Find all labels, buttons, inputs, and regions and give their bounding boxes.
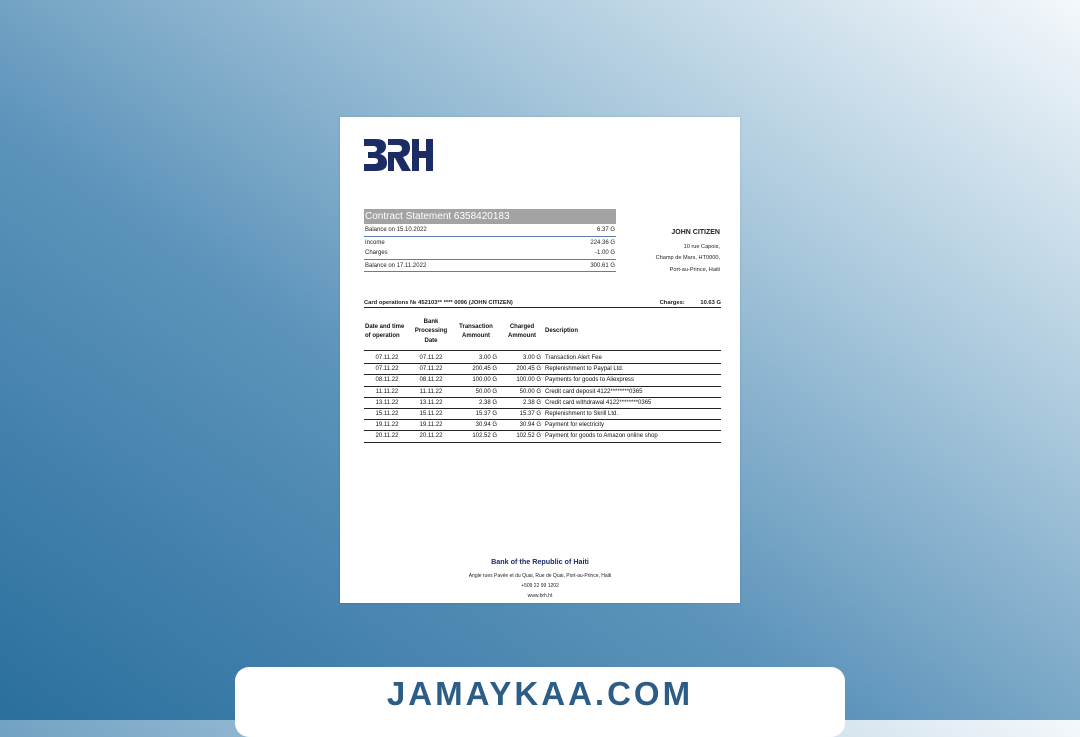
cell-date: 07.11.22	[364, 350, 410, 365]
banner-text: JAMAYKAA.COM	[386, 675, 694, 712]
cell-processing-date: 13.11.22	[410, 397, 452, 410]
cell-description: Replenishment to Paypal Ltd.	[544, 363, 721, 376]
col-header-transaction-amount: Transaction Ammount	[452, 314, 500, 351]
cell-charged-amount: 102.52 G	[500, 430, 544, 443]
table-row: 19.11.22 19.11.22 30.94 G 30.94 G Payment fo…	[364, 419, 721, 432]
summary-value: 300.61 G	[590, 262, 615, 269]
summary-row: Balance on 17.11.2022 300.61 G	[364, 261, 616, 272]
statement-document: Contract Statement 6358420183 Balance on…	[340, 117, 740, 603]
charges-value: 10.63 G	[700, 300, 721, 306]
table-row: 08.11.22 08.11.22 100.00 G 100.00 G Payments…	[364, 374, 721, 387]
cell-processing-date: 07.11.22	[410, 363, 452, 376]
cell-charged-amount: 30.94 G	[500, 419, 544, 432]
cell-charged-amount: 100.00 G	[500, 374, 544, 387]
brh-logo	[364, 139, 434, 176]
cell-description: Payment for electricity	[544, 419, 721, 432]
cell-transaction-amount: 102.52 G	[452, 430, 500, 443]
summary-value: 6.37 G	[596, 227, 615, 233]
operations-table: Date and time of operation Bank Processi…	[364, 314, 721, 443]
cell-date: 11.11.22	[364, 386, 410, 398]
charges-summary: Charges: 10.63 G	[646, 300, 721, 306]
cell-description: Transaction Alert Fee	[544, 350, 721, 365]
summary-label: Charges	[365, 250, 388, 256]
table-row: 11.11.22 11.11.22 50.00 G 50.00 G Credit car…	[364, 386, 721, 398]
table-row: 20.11.22 20.11.22 102.52 G 102.52 G Payment …	[364, 430, 721, 443]
cell-description: Credit card withdrawal 4122********0365	[544, 397, 721, 410]
cell-processing-date: 20.11.22	[410, 430, 452, 443]
cell-transaction-amount: 100.00 G	[452, 374, 500, 387]
customer-name: JOHN CITIZEN	[671, 229, 720, 236]
summary-row: Charges -1.00 G	[364, 248, 616, 260]
card-operations-label: Card operations № 452103** **** 0096 (JO…	[364, 300, 513, 306]
summary-label: Income	[365, 239, 385, 246]
charges-label: Charges:	[659, 300, 685, 306]
cell-transaction-amount: 15.37 G	[452, 408, 500, 421]
site-banner: JAMAYKAA.COM	[235, 667, 845, 737]
summary-value: 224.36 G	[590, 239, 615, 246]
address-line: Port-au-Prince, Haiti	[669, 266, 720, 273]
cell-transaction-amount: 50.00 G	[452, 386, 500, 398]
footer-website: www.brh.ht	[527, 593, 553, 599]
operations-table-body: 07.11.22 07.11.22 3.00 G 3.00 G Transaction …	[364, 350, 721, 443]
address-line: 10 rue Capois,	[683, 243, 720, 250]
table-row: 15.11.22 15.11.22 15.37 G 15.37 G Replenishm…	[364, 408, 721, 421]
cell-processing-date: 08.11.22	[410, 374, 452, 387]
cell-charged-amount: 3.00 G	[500, 350, 544, 365]
cell-processing-date: 07.11.22	[410, 350, 452, 365]
cell-date: 08.11.22	[364, 374, 410, 387]
table-row: 07.11.22 07.11.22 200.45 G 200.45 G Replenis…	[364, 363, 721, 376]
cell-processing-date: 15.11.22	[410, 408, 452, 421]
cell-transaction-amount: 3.00 G	[452, 350, 500, 365]
cell-charged-amount: 2.38 G	[500, 397, 544, 410]
cell-processing-date: 11.11.22	[410, 386, 452, 398]
balance-summary: Balance on 15.10.2022 6.37 G Income 224.…	[364, 225, 616, 272]
col-header-date: Date and time of operation	[364, 314, 410, 351]
cell-date: 20.11.22	[364, 430, 410, 443]
footer-address: Angle rues Pavée et du Quai, Rue de Quai…	[468, 573, 612, 579]
summary-label: Balance on 15.10.2022	[365, 227, 427, 233]
cell-description: Payment for goods to Amazon online shop	[544, 430, 721, 443]
cell-date: 19.11.22	[364, 419, 410, 432]
cell-charged-amount: 15.37 G	[500, 408, 544, 421]
col-header-description: Description	[544, 314, 721, 351]
document-footer: Bank of the Republic of Haiti Angle rues…	[340, 557, 740, 601]
cell-charged-amount: 200.45 G	[500, 363, 544, 376]
cell-description: Replenishment to Skrill Ltd.	[544, 408, 721, 421]
cell-charged-amount: 50.00 G	[500, 386, 544, 398]
statement-title: Contract Statement 6358420183	[364, 209, 616, 224]
customer-address: JOHN CITIZEN 10 rue Capois, Champ de Mar…	[656, 227, 720, 276]
cell-date: 07.11.22	[364, 363, 410, 376]
summary-row: Income 224.36 G	[364, 238, 616, 249]
table-header-row: Date and time of operation Bank Processi…	[364, 314, 721, 351]
address-line: Champ de Mars, HT0000,	[655, 255, 720, 261]
footer-phone: +509 22 99 1202	[521, 583, 559, 589]
summary-label: Balance on 17.11.2022	[365, 262, 427, 269]
col-header-charged-amount: Charged Ammount	[500, 314, 544, 351]
table-row: 13.11.22 13.11.22 2.38 G 2.38 G Credit card …	[364, 397, 721, 410]
cell-processing-date: 19.11.22	[410, 419, 452, 432]
table-row: 07.11.22 07.11.22 3.00 G 3.00 G Transaction …	[364, 350, 721, 365]
cell-description: Payments for goods to Aliexpress	[544, 374, 721, 387]
cell-description: Credit card deposit 4122********0365	[544, 386, 721, 398]
footer-bank-name: Bank of the Republic of Haiti	[491, 557, 589, 566]
col-header-processing-date: Bank Processing Date	[410, 314, 452, 351]
card-operations-header: Card operations № 452103** **** 0096 (JO…	[364, 300, 721, 308]
summary-value: -1.00 G	[594, 250, 615, 256]
cell-date: 15.11.22	[364, 408, 410, 421]
cell-transaction-amount: 30.94 G	[452, 419, 500, 432]
cell-transaction-amount: 200.45 G	[452, 363, 500, 376]
summary-row: Balance on 15.10.2022 6.37 G	[364, 225, 616, 237]
cell-transaction-amount: 2.38 G	[452, 397, 500, 410]
cell-date: 13.11.22	[364, 397, 410, 410]
